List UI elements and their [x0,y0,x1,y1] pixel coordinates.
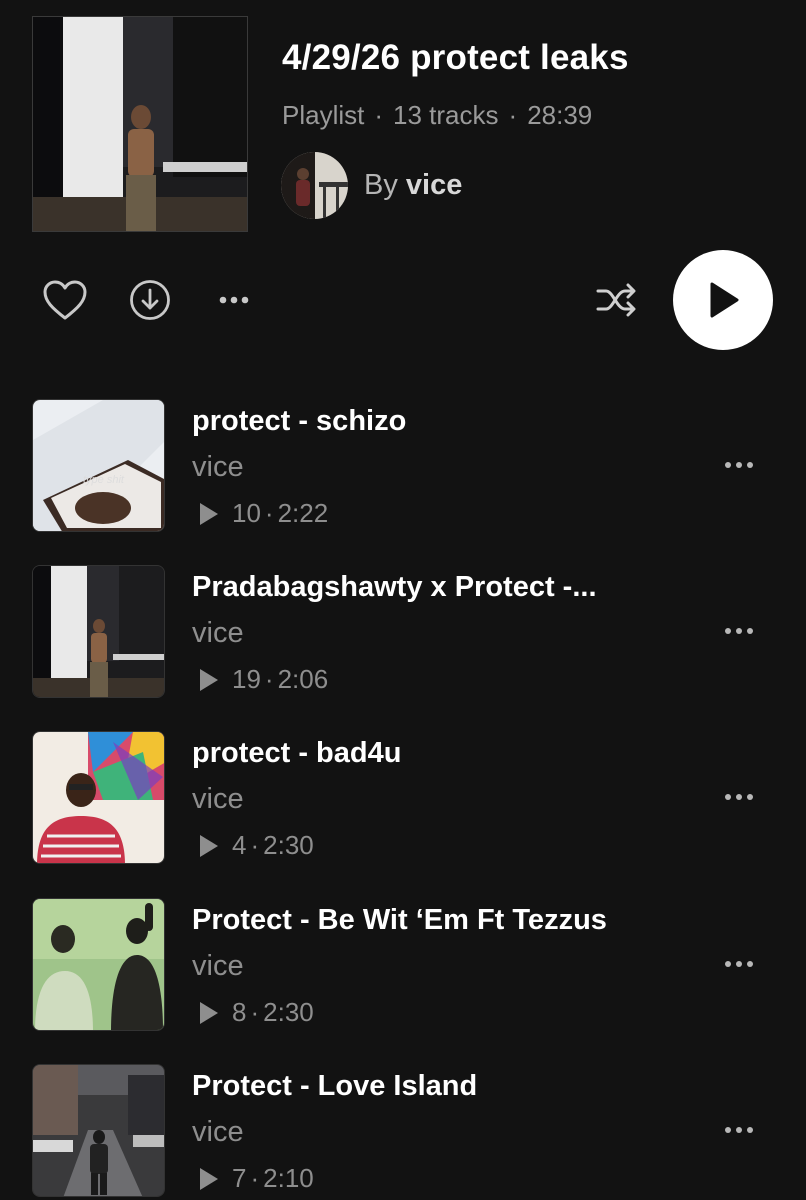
more-horizontal-icon [725,794,753,800]
track-artist: vice [192,617,244,649]
track-artwork: type shit [32,399,165,532]
track-duration: 2:22 [277,498,329,528]
more-horizontal-icon [725,462,753,468]
track-artist: vice [192,451,244,483]
artwork-caption: type shit [83,474,124,486]
playlist-page: 4/29/26 protect leaks Playlist · 13 tracks… [0,0,806,1200]
track-play-count: 19 [232,664,261,694]
playlist-cover-art [32,16,248,232]
track-stats: 4 · 2:30 [200,830,314,861]
owner-avatar[interactable] [281,152,348,219]
track-artwork [32,731,165,864]
track-more-button[interactable] [716,613,762,649]
track-play-count: 4 [232,830,247,860]
meta-separator: · [374,100,384,130]
shuffle-button[interactable] [594,280,640,320]
track-artist: vice [192,950,244,982]
more-horizontal-icon [725,961,753,967]
track-row[interactable]: Pradabagshawty x Protect -... vice 19 · 2:… [0,565,806,699]
track-row[interactable]: type shit protect - schizo vice 10 · 2:22 [0,399,806,533]
playlist-type: Playlist [282,100,365,130]
more-horizontal-icon [219,296,249,304]
owner-name: vice [405,169,463,201]
playlist-owner[interactable]: By vice [364,169,462,202]
more-horizontal-icon [725,628,753,634]
owner-prefix: By [364,169,398,201]
track-more-button[interactable] [716,1112,762,1148]
shuffle-icon [596,283,636,317]
download-button[interactable] [128,278,172,322]
track-play-count: 7 [232,1163,247,1193]
playlist-meta: Playlist · 13 tracks · 28:39 [282,100,592,131]
stats-separator: · [250,997,260,1027]
track-duration: 2:30 [263,997,314,1027]
play-count-icon [200,1001,218,1024]
playlist-more-button[interactable] [212,282,256,318]
track-play-count: 10 [232,498,261,528]
download-circle-icon [130,280,170,320]
track-title: Protect - Love Island [192,1070,478,1102]
track-play-count: 8 [232,997,247,1027]
playlist-duration: 28:39 [527,100,593,130]
heart-outline-icon [43,280,87,320]
track-artwork [32,565,165,698]
track-row[interactable]: Protect - Love Island vice 7 · 2:10 [0,1064,806,1198]
stats-separator: · [264,664,274,694]
track-duration: 2:10 [263,1163,314,1193]
track-stats: 8 · 2:30 [200,997,314,1028]
play-count-icon [200,502,218,525]
stats-separator: · [264,498,274,528]
play-icon [710,282,739,318]
play-count-icon [200,668,218,691]
track-duration: 2:06 [277,664,329,694]
track-stats: 19 · 2:06 [200,664,328,695]
track-row[interactable]: Protect - Be Wit ‘Em Ft Tezzus vice 8 · 2:… [0,898,806,1032]
track-stats: 7 · 2:10 [200,1163,314,1194]
stats-separator: · [250,830,260,860]
track-more-button[interactable] [716,946,762,982]
track-artwork [32,1064,165,1197]
track-title: Pradabagshawty x Protect -... [192,571,597,603]
track-more-button[interactable] [716,779,762,815]
play-count-icon [200,834,218,857]
track-stats: 10 · 2:22 [200,498,328,529]
more-horizontal-icon [725,1127,753,1133]
playlist-track-count: 13 tracks [393,100,499,130]
track-artwork [32,898,165,1031]
playlist-title: 4/29/26 protect leaks [282,38,629,77]
track-artist: vice [192,783,244,815]
track-title: protect - schizo [192,405,407,437]
play-button[interactable] [673,250,773,350]
track-duration: 2:30 [263,830,314,860]
track-title: Protect - Be Wit ‘Em Ft Tezzus [192,904,607,936]
meta-separator: · [508,100,518,130]
track-artist: vice [192,1116,244,1148]
like-button[interactable] [42,278,88,322]
track-more-button[interactable] [716,447,762,483]
track-title: protect - bad4u [192,737,402,769]
play-count-icon [200,1167,218,1190]
stats-separator: · [250,1163,260,1193]
track-row[interactable]: protect - bad4u vice 4 · 2:30 [0,731,806,865]
